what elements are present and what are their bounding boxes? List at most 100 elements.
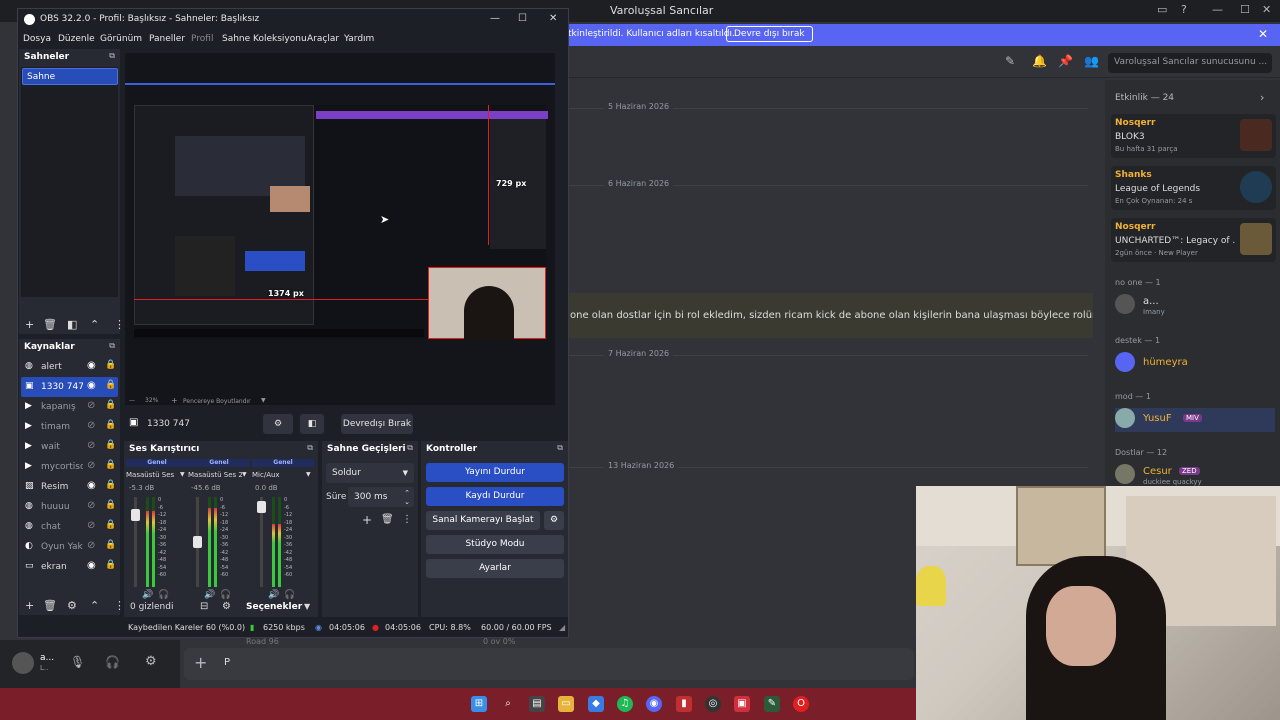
menu-tools[interactable]: Araçlar [307,34,339,44]
stop-record-button[interactable]: Kaydı Durdur [426,487,564,506]
minimize-icon[interactable]: — [490,13,500,24]
chevron-down-icon[interactable]: ▼ [261,397,266,404]
add-icon[interactable]: + [362,513,372,527]
lock-icon[interactable]: 🔒 [105,520,116,530]
app-icon[interactable]: ✎ [764,696,780,712]
chevron-down-icon[interactable]: ▼ [180,471,185,478]
layout-icon[interactable]: ⊟ [200,601,208,612]
message-input[interactable]: + P [184,648,914,680]
headphones-icon[interactable]: 🎧 [105,655,120,669]
member-item[interactable]: YusuF MIV [1115,408,1275,432]
undock-icon[interactable]: ⧉ [109,341,115,351]
zoom-out-icon[interactable]: — [129,397,135,404]
dropbox-icon[interactable]: ◆ [588,696,604,712]
volume-fader[interactable] [193,497,202,587]
source-item-kapanis[interactable]: ▶ kapanış ⊘ 🔒 [21,397,118,417]
resize-grip-icon[interactable]: ◢ [559,623,565,632]
more-icon[interactable]: ⋮ [114,318,125,331]
eye-hidden-icon[interactable]: ⊘ [87,440,95,451]
add-icon[interactable]: + [25,318,34,331]
eye-hidden-icon[interactable]: ⊘ [87,500,95,511]
menu-help[interactable]: Yardım [344,34,374,44]
lock-icon[interactable]: 🔒 [105,500,116,510]
members-icon[interactable]: 👥 [1084,54,1099,68]
eye-hidden-icon[interactable]: ⊘ [87,540,95,551]
source-item-ekran[interactable]: ▭ ekran ◉ 🔒 [21,557,118,577]
options-dropdown[interactable]: Seçenekler [246,602,302,612]
pin-icon[interactable]: 📌 [1058,54,1073,68]
fader-handle[interactable] [193,536,202,548]
minimize-icon[interactable]: — [1212,3,1223,16]
menu-profile[interactable]: Profil [191,34,213,44]
filters-button[interactable]: ◧ [300,414,324,434]
source-item-alert[interactable]: ◍ alert ◉ 🔒 [21,357,118,377]
discord-icon[interactable]: ◉ [646,696,662,712]
member-item[interactable]: hümeyra [1115,352,1275,376]
inbox-icon[interactable]: ▭ [1157,3,1167,16]
maximize-icon[interactable]: ☐ [1240,3,1250,16]
eye-hidden-icon[interactable]: ⊘ [87,520,95,531]
eye-icon[interactable]: ◉ [87,380,96,391]
lock-icon[interactable]: 🔒 [105,440,116,450]
add-icon[interactable]: + [25,599,34,612]
spotify-icon[interactable]: ♫ [617,696,633,712]
help-icon[interactable]: ? [1181,3,1187,16]
opera-icon[interactable]: O [793,696,809,712]
filter-icon[interactable]: ◧ [67,318,77,331]
app-icon[interactable]: ▮ [676,696,692,712]
eye-icon[interactable]: ◉ [87,480,96,491]
server-search-input[interactable]: Varoluşsal Sancılar sunucusunu ... [1108,53,1272,73]
eye-hidden-icon[interactable]: ⊘ [87,460,95,471]
folder-icon[interactable]: ▭ [558,696,574,712]
lock-icon[interactable]: 🔒 [105,460,116,470]
search-icon[interactable]: ⌕ [500,696,516,712]
threads-icon[interactable]: ✎ [1005,54,1015,68]
close-icon[interactable]: ✕ [549,13,557,24]
start-icon[interactable]: ⊞ [471,696,487,712]
lock-icon[interactable]: 🔒 [105,560,116,570]
scene-item[interactable]: Sahne [22,68,118,85]
app-icon[interactable]: ▣ [734,696,750,712]
source-item-chat[interactable]: ◍ chat ⊘ 🔒 [21,517,118,537]
lock-icon[interactable]: 🔒 [105,480,116,490]
member-item[interactable]: Cesur ZED duckiee quackyy [1115,464,1275,488]
menu-view[interactable]: Görünüm [100,34,142,44]
activity-card[interactable]: Nosqerr BLOK3 Bu hafta 31 parça [1111,114,1276,158]
undock-icon[interactable]: ⧉ [109,51,115,61]
activity-card[interactable]: Nosqerr UNCHARTED™: Legacy of ... 2gün ö… [1111,218,1276,262]
trash-icon[interactable]: 🗑 [43,599,57,612]
store-icon[interactable]: ▤ [529,696,545,712]
disable-button[interactable]: Devre dışı bırak [726,26,813,42]
chevron-up-icon[interactable]: ⌃ [90,599,99,612]
lock-icon[interactable]: 🔒 [105,360,116,370]
advanced-audio-icon[interactable]: ⚙ [222,601,231,612]
lock-icon[interactable]: 🔒 [105,400,116,410]
source-item-1330-747[interactable]: ▣ 1330 747 ◉ 🔒 [21,377,118,397]
member-item[interactable]: a... Imany [1115,294,1275,318]
activity-card[interactable]: Shanks League of Legends En Çok Oynanan:… [1111,166,1276,210]
properties-button[interactable]: ⚙ [263,414,293,434]
preview-canvas[interactable]: 1374 px 729 px ➤ [134,105,548,340]
lock-icon[interactable]: 🔒 [105,540,116,550]
obs-icon[interactable]: ◎ [705,696,721,712]
undock-icon[interactable]: ⧉ [557,443,563,453]
volume-fader[interactable] [257,497,266,587]
undock-icon[interactable]: ⧉ [307,443,313,453]
source-item-wait[interactable]: ▶ wait ⊘ 🔒 [21,437,118,457]
fader-handle[interactable] [257,500,266,513]
gear-icon[interactable]: ⚙ [67,599,77,612]
menu-file[interactable]: Dosya [23,34,51,44]
undock-icon[interactable]: ⧉ [407,443,413,453]
more-icon[interactable]: ⋮ [402,514,412,525]
stop-stream-button[interactable]: Yayını Durdur [426,463,564,482]
chevron-down-icon[interactable]: ▼ [242,471,247,478]
menu-scene-collection[interactable]: Sahne Koleksiyonu [222,34,307,44]
chevron-down-icon[interactable]: ▼ [306,471,311,478]
eye-icon[interactable]: ◉ [87,360,96,371]
virtual-camera-settings-button[interactable]: ⚙ [544,511,564,530]
menu-docks[interactable]: Paneller [149,34,185,44]
studio-mode-button[interactable]: Stüdyo Modu [426,535,564,554]
chevron-up-icon[interactable]: ⌃ [90,318,99,331]
virtual-camera-button[interactable]: Sanal Kamerayı Başlat [426,511,540,530]
gear-icon[interactable]: ⚙ [145,654,157,669]
